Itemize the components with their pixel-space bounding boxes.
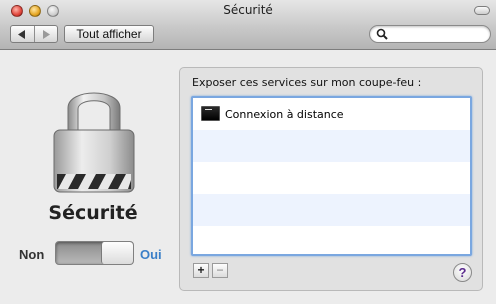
preferences-window: Sécurité Tout afficher Sécurité Non Oui … <box>0 0 496 304</box>
switch-on-label: Oui <box>140 247 162 262</box>
pane-title: Sécurité <box>48 202 138 224</box>
back-button[interactable] <box>11 26 34 42</box>
back-triangle-icon <box>18 29 26 39</box>
forward-button[interactable] <box>33 26 58 42</box>
service-name: Connexion à distance <box>225 108 344 121</box>
nav-segmented-control <box>10 25 58 43</box>
list-row-empty <box>193 162 470 194</box>
firewall-toggle-switch[interactable] <box>55 241 134 265</box>
switch-off-label: Non <box>19 247 45 262</box>
firewall-services-label: Exposer ces services sur mon coupe-feu : <box>192 76 422 89</box>
toolbar-toggle-button[interactable] <box>474 6 490 15</box>
list-row-empty <box>193 194 470 226</box>
window-title: Sécurité <box>223 3 273 17</box>
switch-knob[interactable] <box>101 242 133 264</box>
add-service-button[interactable]: + <box>193 263 209 278</box>
services-list[interactable]: Connexion à distance <box>191 96 472 256</box>
search-field[interactable] <box>369 25 491 43</box>
help-button[interactable]: ? <box>453 263 472 282</box>
forward-triangle-icon <box>42 29 50 39</box>
list-item[interactable]: Connexion à distance <box>193 98 470 130</box>
search-icon <box>376 28 388 40</box>
remove-service-button[interactable]: − <box>212 263 228 278</box>
list-row-empty <box>193 130 470 162</box>
show-all-button[interactable]: Tout afficher <box>64 25 154 43</box>
terminal-icon <box>201 106 220 121</box>
toolbar: Sécurité Tout afficher <box>0 0 496 50</box>
list-row-empty <box>193 226 470 254</box>
search-input[interactable] <box>390 27 486 41</box>
lock-icon <box>53 92 135 193</box>
